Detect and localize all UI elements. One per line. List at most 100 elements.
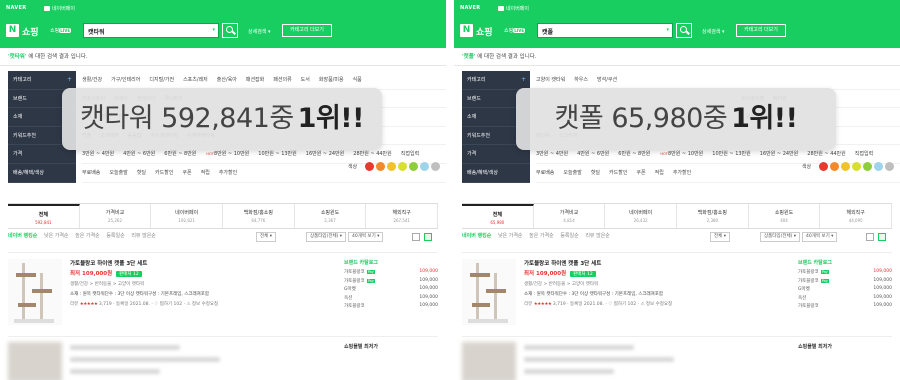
mall-row[interactable]: 가토블랑코 Pay 109,000 bbox=[798, 278, 892, 287]
n-logo-icon[interactable]: N bbox=[460, 24, 473, 37]
search-input[interactable]: 캣타워 ▾ bbox=[83, 23, 219, 38]
seller-compare-button[interactable]: 판매처 12 bbox=[116, 271, 142, 277]
list-view-icon[interactable] bbox=[412, 233, 420, 241]
naverpay-link[interactable]: 네이버페이 bbox=[44, 5, 75, 12]
filter-option[interactable]: 4만원 ~ 6만원 bbox=[123, 151, 155, 157]
filter-option[interactable]: 직접입력 bbox=[401, 151, 419, 157]
sort-option[interactable]: 리뷰 많은순 bbox=[585, 233, 610, 239]
shopping-live-link[interactable]: 쇼핑LIVE bbox=[504, 27, 526, 34]
filter-option[interactable]: 핫딜 bbox=[137, 170, 146, 176]
mall-row[interactable]: 가토블랑코 Pay 109,000 bbox=[798, 269, 892, 278]
filter-option[interactable]: 생활/건강 bbox=[82, 77, 102, 83]
filter-option[interactable]: 디지털/가전 bbox=[149, 77, 174, 83]
color-swatch[interactable] bbox=[431, 162, 440, 171]
mall-row[interactable]: 가토블랑코 109,000 bbox=[798, 303, 892, 312]
search-button[interactable] bbox=[676, 23, 692, 38]
plus-icon[interactable]: + bbox=[521, 71, 526, 90]
seller-compare-button[interactable]: 판매처 12 bbox=[570, 271, 596, 277]
tab-all[interactable]: 전체 65,980 bbox=[462, 204, 534, 228]
color-swatch[interactable] bbox=[409, 162, 418, 171]
page-size-select[interactable]: 40개씩 보기 ▾ bbox=[348, 232, 384, 242]
mall-row[interactable]: 가토블랑코 Pay 109,000 bbox=[344, 278, 438, 287]
mall-row[interactable]: 가토블랑코 109,000 bbox=[344, 303, 438, 312]
color-swatch[interactable] bbox=[365, 162, 374, 171]
filter-option[interactable]: 출산/육아 bbox=[217, 77, 237, 83]
filter-select[interactable]: 전체 ▾ bbox=[710, 232, 730, 242]
brand-catalog-label[interactable]: 브랜드 카탈로그 bbox=[344, 259, 438, 269]
page-size-select[interactable]: 40개씩 보기 ▾ bbox=[802, 232, 838, 242]
color-swatch[interactable] bbox=[885, 162, 894, 171]
filter-option[interactable]: 16만원 ~ 24만원 bbox=[760, 151, 799, 157]
color-swatch[interactable] bbox=[852, 162, 861, 171]
filter-option[interactable]: 16만원 ~ 24만원 bbox=[306, 151, 345, 157]
filter-option[interactable]: 카드할인 bbox=[155, 170, 173, 176]
review-count[interactable]: 3,719 bbox=[553, 302, 566, 307]
heart-icon[interactable]: ♡ bbox=[608, 302, 612, 307]
filter-option[interactable]: 식품 bbox=[353, 77, 362, 83]
color-swatch[interactable] bbox=[387, 162, 396, 171]
filter-option[interactable]: 추가할인 bbox=[219, 170, 237, 176]
shopping-logo-text[interactable]: 쇼핑 bbox=[476, 25, 493, 38]
color-swatch[interactable] bbox=[830, 162, 839, 171]
filter-option[interactable]: 8만원 ~ 10만원 bbox=[668, 151, 703, 157]
sort-option[interactable]: 높은 가격순 bbox=[529, 233, 554, 239]
tab-department-homeshopping[interactable]: 백화점/홈쇼핑 2,380 bbox=[677, 204, 749, 228]
grid-view-icon[interactable] bbox=[424, 233, 432, 241]
n-logo-icon[interactable]: N bbox=[6, 24, 19, 37]
filter-option[interactable]: 6만원 ~ 8만원 bbox=[618, 151, 650, 157]
search-input[interactable]: 캣폴 ▾ bbox=[537, 23, 673, 38]
sort-option[interactable]: 네이버 랭킹순 bbox=[462, 233, 491, 239]
color-swatch[interactable] bbox=[874, 162, 883, 171]
filter-option[interactable]: 4만원 ~ 6만원 bbox=[577, 151, 609, 157]
sort-option[interactable]: 네이버 랭킹순 bbox=[8, 233, 37, 239]
mall-row[interactable]: 가토블랑코 Pay 109,000 bbox=[344, 269, 438, 278]
color-swatch[interactable] bbox=[398, 162, 407, 171]
heart-icon[interactable]: ♡ bbox=[154, 302, 158, 307]
tab-department-homeshopping[interactable]: 백화점/홈쇼핑 64,776 bbox=[223, 204, 295, 228]
filter-option[interactable]: 스포츠/레저 bbox=[183, 77, 208, 83]
filter-option[interactable]: 패션잡화 bbox=[246, 77, 264, 83]
tab-overseas[interactable]: 해외직구 267,541 bbox=[366, 204, 439, 228]
sidebar-item-category[interactable]: 카테고리 + bbox=[8, 71, 76, 90]
product-title[interactable]: 가토블랑코 하이엔 캣폴 3단 세트 bbox=[524, 259, 764, 269]
product-type-select[interactable]: 상품타입(전체) ▾ bbox=[760, 232, 801, 242]
naver-logo[interactable]: NAVER bbox=[460, 5, 480, 11]
wish-count[interactable]: 찜하기 102 bbox=[614, 302, 636, 307]
detail-search-link[interactable]: 상세검색 ▾ bbox=[702, 28, 725, 35]
sort-option[interactable]: 리뷰 많은순 bbox=[131, 233, 156, 239]
category-view-button[interactable]: 카테고리 더보기 bbox=[736, 24, 786, 37]
filter-option[interactable]: 쿠폰 bbox=[636, 170, 645, 176]
color-swatch[interactable] bbox=[420, 162, 429, 171]
filter-option[interactable]: 도서 bbox=[301, 77, 310, 83]
filter-select[interactable]: 전체 ▾ bbox=[256, 232, 276, 242]
mall-row[interactable]: G마켓 109,000 bbox=[344, 286, 438, 295]
filter-option[interactable]: 추가할인 bbox=[673, 170, 691, 176]
filter-option[interactable]: 6만원 ~ 8만원 bbox=[164, 151, 196, 157]
filter-option[interactable]: 10만원 ~ 13만원 bbox=[258, 151, 297, 157]
sort-option[interactable]: 낮은 가격순 bbox=[498, 233, 523, 239]
mall-row[interactable]: 옥션 109,000 bbox=[344, 295, 438, 304]
filter-option[interactable]: 직접입력 bbox=[855, 151, 873, 157]
product-item[interactable]: 가토블랑코 하이엔 캣폴 3단 세트 최저 109,000원 판매처 12 생활/… bbox=[462, 252, 892, 332]
tab-naverpay[interactable]: 네이버페이 26,432 bbox=[605, 204, 678, 228]
shopping-logo-text[interactable]: 쇼핑 bbox=[22, 25, 39, 38]
filter-option[interactable]: 3만원 ~ 4만원 bbox=[536, 151, 568, 157]
filter-option[interactable]: 3만원 ~ 4만원 bbox=[82, 151, 114, 157]
filter-option[interactable]: 카드할인 bbox=[609, 170, 627, 176]
mall-row[interactable]: 옥션 109,000 bbox=[798, 295, 892, 304]
tab-price-compare[interactable]: 가격비교 25,262 bbox=[80, 204, 152, 228]
product-thumbnail[interactable] bbox=[462, 259, 516, 325]
filter-option[interactable]: 오늘출발 bbox=[109, 170, 127, 176]
tab-naverpay[interactable]: 네이버페이 192,621 bbox=[151, 204, 224, 228]
filter-option[interactable]: 오늘출발 bbox=[563, 170, 581, 176]
tab-shopping-window[interactable]: 쇼핑윈도 2,367 bbox=[295, 204, 367, 228]
filter-option[interactable]: 가구/인테리어 bbox=[111, 77, 140, 83]
tab-all[interactable]: 전체 592,841 bbox=[8, 204, 80, 228]
color-swatch[interactable] bbox=[376, 162, 385, 171]
plus-icon[interactable]: + bbox=[67, 71, 72, 90]
brand-catalog-label[interactable]: 브랜드 카탈로그 bbox=[798, 259, 892, 269]
sort-option[interactable]: 등록일순 bbox=[560, 233, 578, 239]
filter-option[interactable]: 하우스 bbox=[574, 77, 588, 83]
filter-option[interactable]: 적립 bbox=[655, 170, 664, 176]
shopping-live-link[interactable]: 쇼핑LIVE bbox=[50, 27, 72, 34]
